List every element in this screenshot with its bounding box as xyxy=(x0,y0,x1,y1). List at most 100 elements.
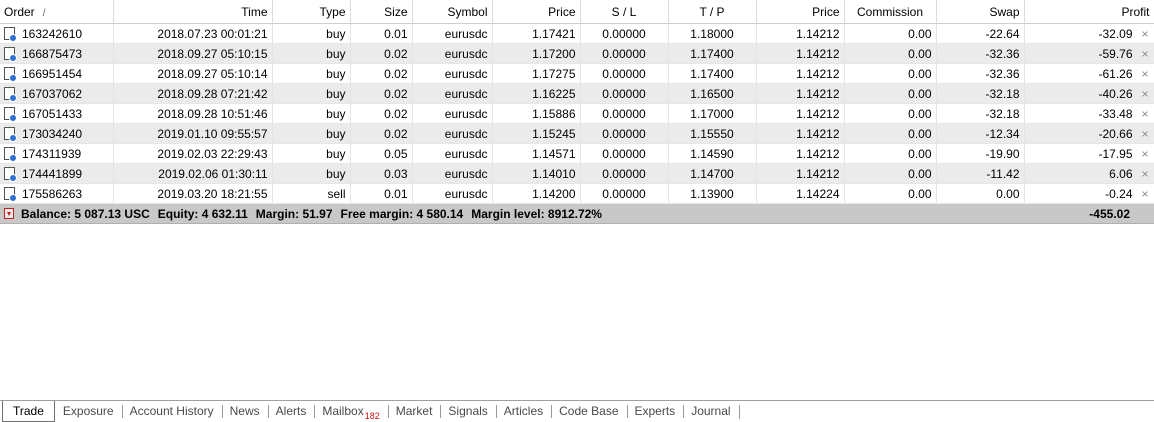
cell-swap: -32.36 xyxy=(936,43,1025,64)
order-number: 174311939 xyxy=(22,146,82,161)
table-row[interactable]: 174311939 2019.02.03 22:29:43 buy 0.05 eurus… xyxy=(0,143,1154,164)
cell-tp: 1.15550 xyxy=(668,123,757,144)
table-row[interactable]: 174441899 2019.02.06 01:30:11 buy 0.03 eurus… xyxy=(0,163,1154,184)
cell-time: 2018.07.23 00:01:21 xyxy=(113,23,273,44)
tab-market[interactable]: Market xyxy=(387,401,441,421)
column-header-size[interactable]: Size xyxy=(350,0,413,24)
cell-price: 1.14200 xyxy=(492,183,581,204)
tab-code-base[interactable]: Code Base xyxy=(551,401,626,421)
summary-free-margin: Free margin: 4 580.14 xyxy=(340,206,464,221)
close-icon[interactable]: × xyxy=(1141,67,1150,81)
profit-value: -32.09 xyxy=(1098,26,1133,41)
cell-symbol: eurusdc xyxy=(412,63,493,84)
cell-order: 166951454 xyxy=(0,63,114,84)
cell-sl: 0.00000 xyxy=(580,83,669,104)
close-icon[interactable]: × xyxy=(1141,187,1150,201)
cell-order: 163242610 xyxy=(0,23,114,44)
close-icon[interactable]: × xyxy=(1141,127,1150,141)
cell-sl: 0.00000 xyxy=(580,123,669,144)
column-header-current-price[interactable]: Price xyxy=(756,0,845,24)
trade-table: Order / Time Type Size Symbol Price S / L… xyxy=(0,0,1154,224)
order-document-icon xyxy=(4,47,17,62)
cell-price2: 1.14212 xyxy=(756,83,845,104)
tab-exposure[interactable]: Exposure xyxy=(55,401,122,421)
cell-symbol: eurusdc xyxy=(412,123,493,144)
column-header-order[interactable]: Order / xyxy=(0,0,114,24)
tab-account-history[interactable]: Account History xyxy=(121,401,222,421)
column-header-profit[interactable]: Profit xyxy=(1024,0,1154,24)
table-row[interactable]: 166875473 2018.09.27 05:10:15 buy 0.02 eurus… xyxy=(0,43,1154,64)
column-header-commission[interactable]: Commission xyxy=(844,0,937,24)
cell-swap: -12.34 xyxy=(936,123,1025,144)
cell-type: buy xyxy=(272,103,351,124)
column-header-swap[interactable]: Swap xyxy=(936,0,1025,24)
cell-swap: 0.00 xyxy=(936,183,1025,204)
table-row[interactable]: 166951454 2018.09.27 05:10:14 buy 0.02 eurus… xyxy=(0,63,1154,84)
account-summary: Balance: 5 087.13 USC Equity: 4 632.11 M… xyxy=(0,203,1024,224)
cell-time: 2018.09.28 10:51:46 xyxy=(113,103,273,124)
order-document-icon xyxy=(4,87,17,102)
order-document-icon xyxy=(4,27,17,42)
table-row[interactable]: 163242610 2018.07.23 00:01:21 buy 0.01 eurus… xyxy=(0,23,1154,44)
table-row[interactable]: 175586263 2019.03.20 18:21:55 sell 0.01 euru… xyxy=(0,183,1154,204)
close-icon[interactable]: × xyxy=(1141,87,1150,101)
order-number: 167051433 xyxy=(22,106,83,121)
column-header-take-profit[interactable]: T / P xyxy=(668,0,757,24)
close-icon[interactable]: × xyxy=(1141,167,1150,181)
cell-size: 0.02 xyxy=(350,83,413,104)
cell-time: 2019.01.10 09:55:57 xyxy=(113,123,273,144)
cell-type: buy xyxy=(272,83,351,104)
column-header-type[interactable]: Type xyxy=(272,0,351,24)
close-icon[interactable]: × xyxy=(1141,47,1150,61)
column-header-price[interactable]: Price xyxy=(492,0,581,24)
cell-price: 1.15245 xyxy=(492,123,581,144)
table-row[interactable]: 173034240 2019.01.10 09:55:57 buy 0.02 eurus… xyxy=(0,123,1154,144)
cell-price2: 1.14212 xyxy=(756,163,845,184)
cell-commission: 0.00 xyxy=(844,23,937,44)
column-header-time[interactable]: Time xyxy=(113,0,273,24)
cell-sl: 0.00000 xyxy=(580,163,669,184)
order-number: 174441899 xyxy=(22,166,83,181)
terminal-trade-panel: Order / Time Type Size Symbol Price S / L… xyxy=(0,0,1154,422)
cell-commission: 0.00 xyxy=(844,103,937,124)
cell-sl: 0.00000 xyxy=(580,43,669,64)
tab-signals[interactable]: Signals xyxy=(440,401,495,421)
cell-sl: 0.00000 xyxy=(580,103,669,124)
cell-commission: 0.00 xyxy=(844,163,937,184)
cell-type: buy xyxy=(272,23,351,44)
tab-experts[interactable]: Experts xyxy=(626,401,684,421)
cell-profit: -32.09 × xyxy=(1024,23,1154,44)
tab-trade[interactable]: Trade xyxy=(2,401,55,422)
cell-tp: 1.17400 xyxy=(668,43,757,64)
column-header-stop-loss[interactable]: S / L xyxy=(580,0,669,24)
profit-value: -61.26 xyxy=(1098,66,1133,81)
cell-sl: 0.00000 xyxy=(580,23,669,44)
cell-size: 0.01 xyxy=(350,183,413,204)
tab-news[interactable]: News xyxy=(221,401,268,421)
cell-time: 2018.09.28 07:21:42 xyxy=(113,83,273,104)
cell-swap: -11.42 xyxy=(936,163,1025,184)
tab-journal[interactable]: Journal xyxy=(683,401,738,421)
profit-value: -59.76 xyxy=(1098,46,1133,61)
cell-symbol: eurusdc xyxy=(412,83,493,104)
column-header-symbol[interactable]: Symbol xyxy=(412,0,493,24)
cell-size: 0.02 xyxy=(350,63,413,84)
tab-alerts[interactable]: Alerts xyxy=(267,401,315,421)
table-row[interactable]: 167051433 2018.09.28 10:51:46 buy 0.02 eurus… xyxy=(0,103,1154,124)
close-icon[interactable]: × xyxy=(1141,27,1150,41)
cell-swap: -32.18 xyxy=(936,83,1025,104)
table-row[interactable]: 167037062 2018.09.28 07:21:42 buy 0.02 eurus… xyxy=(0,83,1154,104)
close-icon[interactable]: × xyxy=(1141,107,1150,121)
order-document-icon xyxy=(4,147,17,162)
cell-commission: 0.00 xyxy=(844,43,937,64)
cell-sl: 0.00000 xyxy=(580,183,669,204)
close-icon[interactable]: × xyxy=(1141,147,1150,161)
cell-time: 2019.02.06 01:30:11 xyxy=(113,163,273,184)
cell-time: 2019.03.20 18:21:55 xyxy=(113,183,273,204)
cell-price2: 1.14212 xyxy=(756,63,845,84)
tab-mailbox[interactable]: Mailbox182 xyxy=(314,401,387,421)
cell-tp: 1.17000 xyxy=(668,103,757,124)
tab-articles[interactable]: Articles xyxy=(495,401,551,421)
order-document-icon xyxy=(4,107,17,122)
order-document-icon xyxy=(4,187,17,202)
